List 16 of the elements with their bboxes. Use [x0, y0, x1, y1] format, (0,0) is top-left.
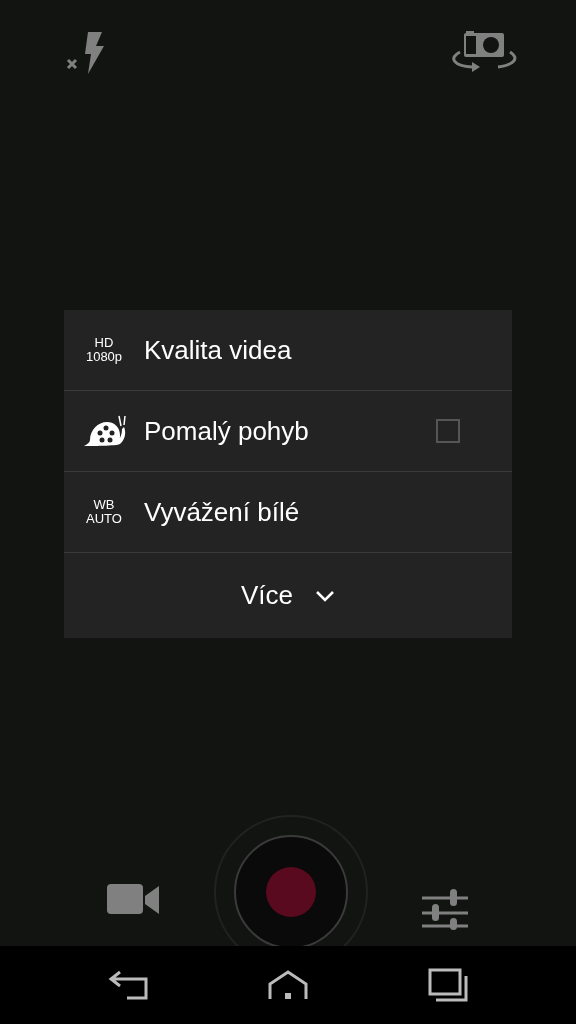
- setting-badge-icon: WB AUTO: [82, 498, 126, 526]
- recent-apps-icon[interactable]: [428, 968, 468, 1002]
- menu-item[interactable]: WB AUTO Vyvážení bílé: [64, 472, 512, 553]
- checkbox[interactable]: [436, 419, 460, 443]
- menu-item[interactable]: Pomalý pohyb: [64, 391, 512, 472]
- video-camera-icon[interactable]: [107, 884, 159, 914]
- setting-badge-icon: HD 1080p: [82, 336, 126, 364]
- back-icon[interactable]: [108, 970, 148, 1000]
- menu-item-label: Vyvážení bílé: [144, 496, 301, 528]
- menu-item-label: Kvalita videa: [144, 334, 293, 366]
- snail-icon: [82, 414, 128, 448]
- chevron-down-icon: [315, 589, 335, 602]
- more-button[interactable]: Více: [64, 553, 512, 638]
- menu-item[interactable]: HD 1080p Kvalita videa: [64, 310, 512, 391]
- menu-item-label: Pomalý pohyb: [144, 415, 310, 447]
- home-icon[interactable]: [268, 970, 308, 1000]
